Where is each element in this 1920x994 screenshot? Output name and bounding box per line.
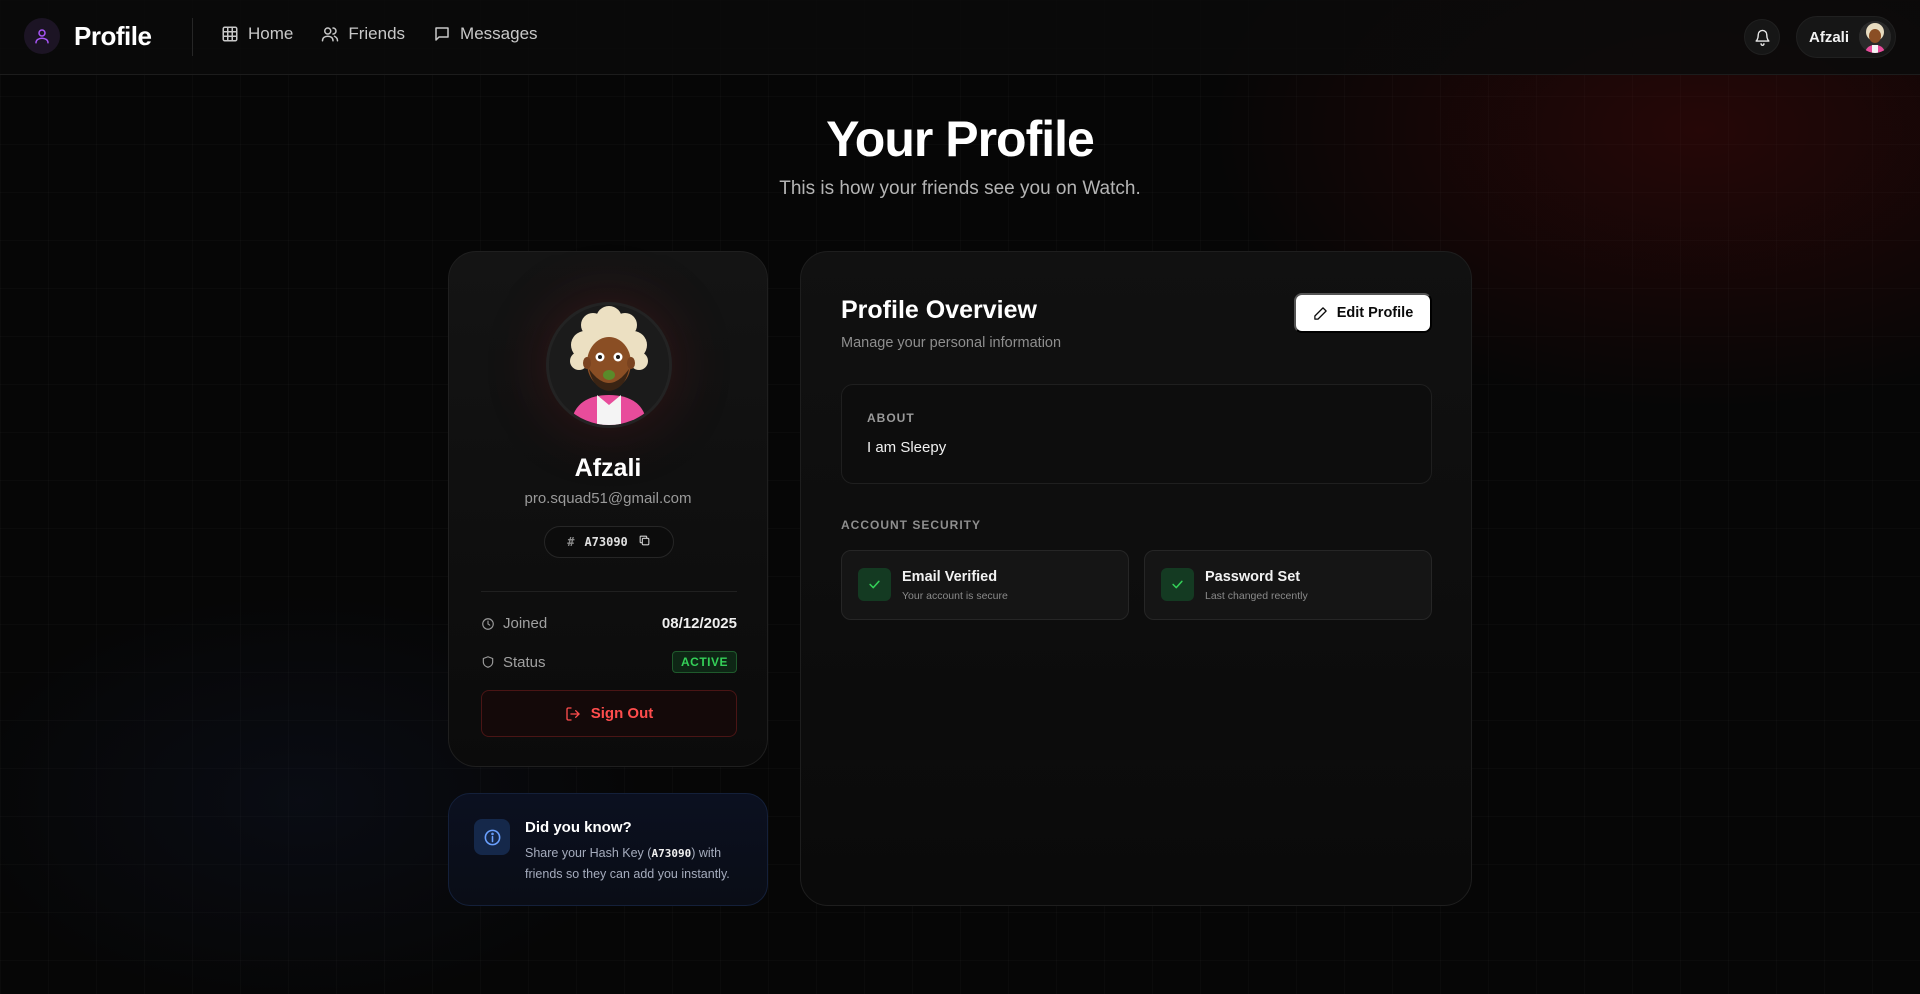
user-name: Afzali: [1809, 28, 1850, 46]
nav-item-home[interactable]: Home: [221, 24, 293, 44]
hint-title: Did you know?: [525, 819, 632, 836]
copy-icon[interactable]: [638, 534, 651, 550]
shield-icon: [482, 656, 494, 668]
hash-key-value: A73090: [584, 535, 628, 549]
main-nav: Home Friends Messages: [221, 24, 538, 44]
nav-item-label: Friends: [348, 24, 406, 43]
status-label: Status: [503, 653, 546, 671]
page-subtitle: This is how your friends see you on Watc…: [779, 178, 1141, 199]
overview-subtitle: Manage your personal information: [841, 335, 1062, 351]
user-icon: [24, 18, 60, 54]
joined-date: 08/12/2025: [661, 615, 737, 632]
joined-row: Joined 08/12/2025: [481, 615, 737, 632]
top-navbar: Profile Home Friends Messages Afzali: [0, 0, 1920, 75]
profile-name: Afzali: [574, 454, 642, 482]
security-item-subtitle: Your account is secure: [902, 590, 1008, 602]
sign-out-label: Sign Out: [590, 705, 654, 722]
brand[interactable]: Profile: [24, 18, 152, 54]
nav-item-label: Home: [248, 24, 294, 43]
hint-code: A73090: [651, 847, 692, 860]
nav-item-messages[interactable]: Messages: [433, 24, 538, 44]
overview-title: Profile Overview: [841, 296, 1037, 324]
logout-icon: [566, 706, 580, 721]
users-icon: [322, 27, 339, 42]
about-section: ABOUT I am Sleepy: [841, 384, 1432, 484]
brand-title: Profile: [74, 20, 152, 51]
security-item-subtitle: Last changed recently: [1205, 590, 1308, 602]
hash-key-pill[interactable]: # A73090: [544, 526, 674, 558]
profile-overview-panel: Profile Overview Manage your personal in…: [800, 251, 1472, 906]
status-row: Status ACTIVE: [481, 651, 737, 673]
nav-item-friends[interactable]: Friends: [321, 24, 405, 44]
grid-icon: [222, 26, 238, 42]
edit-profile-label: Edit Profile: [1336, 305, 1414, 321]
message-icon: [435, 27, 449, 41]
about-text: I am Sleepy: [867, 439, 947, 456]
status-badge: ACTIVE: [671, 651, 737, 673]
sign-out-button[interactable]: Sign Out: [481, 690, 737, 737]
security-item-title: Email Verified: [902, 569, 998, 585]
about-label: ABOUT: [867, 411, 915, 425]
clock-icon: [482, 617, 494, 630]
divider: [481, 591, 737, 592]
hint-card: Did you know? Share your Hash Key (A7309…: [448, 793, 768, 906]
joined-label: Joined: [503, 615, 548, 632]
hint-text: Share your Hash Key (A73090) with friend…: [525, 843, 751, 885]
user-menu-button[interactable]: Afzali: [1796, 16, 1896, 58]
edit-profile-button[interactable]: Edit Profile: [1294, 293, 1432, 333]
pencil-icon: [1313, 306, 1327, 320]
avatar: [1859, 21, 1892, 53]
profile-card: Afzali pro.squad51@gmail.com # A73090 Jo…: [448, 251, 768, 767]
security-item-title: Password Set: [1205, 569, 1301, 585]
avatar: [546, 302, 672, 428]
hint-text-start: Share your Hash Key (: [525, 846, 652, 860]
check-icon: [858, 568, 891, 601]
email-verified-card: Email Verified Your account is secure: [841, 550, 1129, 620]
bell-icon: [1754, 29, 1770, 46]
nav-divider: [192, 18, 193, 56]
page-title: Your Profile: [826, 111, 1095, 167]
password-set-card: Password Set Last changed recently: [1144, 550, 1432, 620]
hash-icon: #: [567, 535, 575, 549]
check-icon: [1161, 568, 1194, 601]
notifications-button[interactable]: [1744, 19, 1780, 55]
nav-item-label: Messages: [460, 24, 538, 43]
profile-email: pro.squad51@gmail.com: [524, 490, 692, 507]
security-label: ACCOUNT SECURITY: [841, 518, 982, 532]
info-icon: [474, 819, 510, 855]
